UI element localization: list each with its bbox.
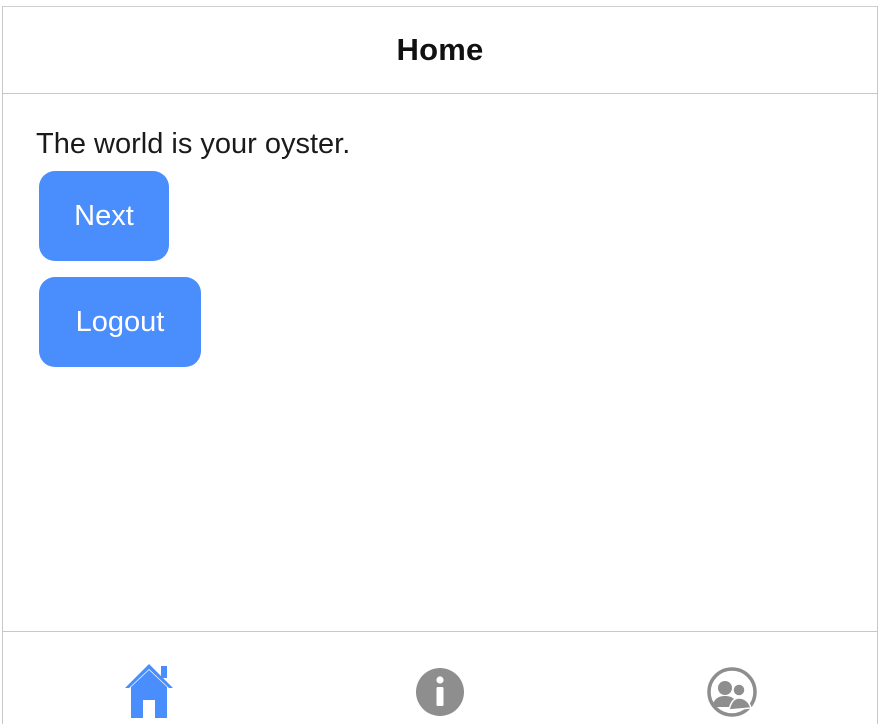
app-screen: Home The world is your oyster. Next Logo… bbox=[2, 6, 878, 724]
next-button-label: Next bbox=[74, 199, 134, 232]
page-title: Home bbox=[396, 32, 484, 67]
users-icon bbox=[707, 667, 757, 717]
tab-bar bbox=[3, 631, 877, 725]
tab-home[interactable] bbox=[119, 660, 179, 720]
logout-button[interactable]: Logout bbox=[39, 277, 201, 367]
next-button[interactable]: Next bbox=[39, 171, 169, 261]
navigation-bar: Home bbox=[3, 7, 877, 94]
logout-button-label: Logout bbox=[75, 305, 165, 338]
welcome-message: The world is your oyster. bbox=[36, 128, 351, 160]
tab-users[interactable] bbox=[702, 660, 762, 720]
main-content: The world is your oyster. Next Logout bbox=[3, 94, 877, 631]
tab-info[interactable] bbox=[410, 660, 470, 720]
info-icon bbox=[416, 668, 464, 716]
home-icon bbox=[125, 664, 173, 718]
